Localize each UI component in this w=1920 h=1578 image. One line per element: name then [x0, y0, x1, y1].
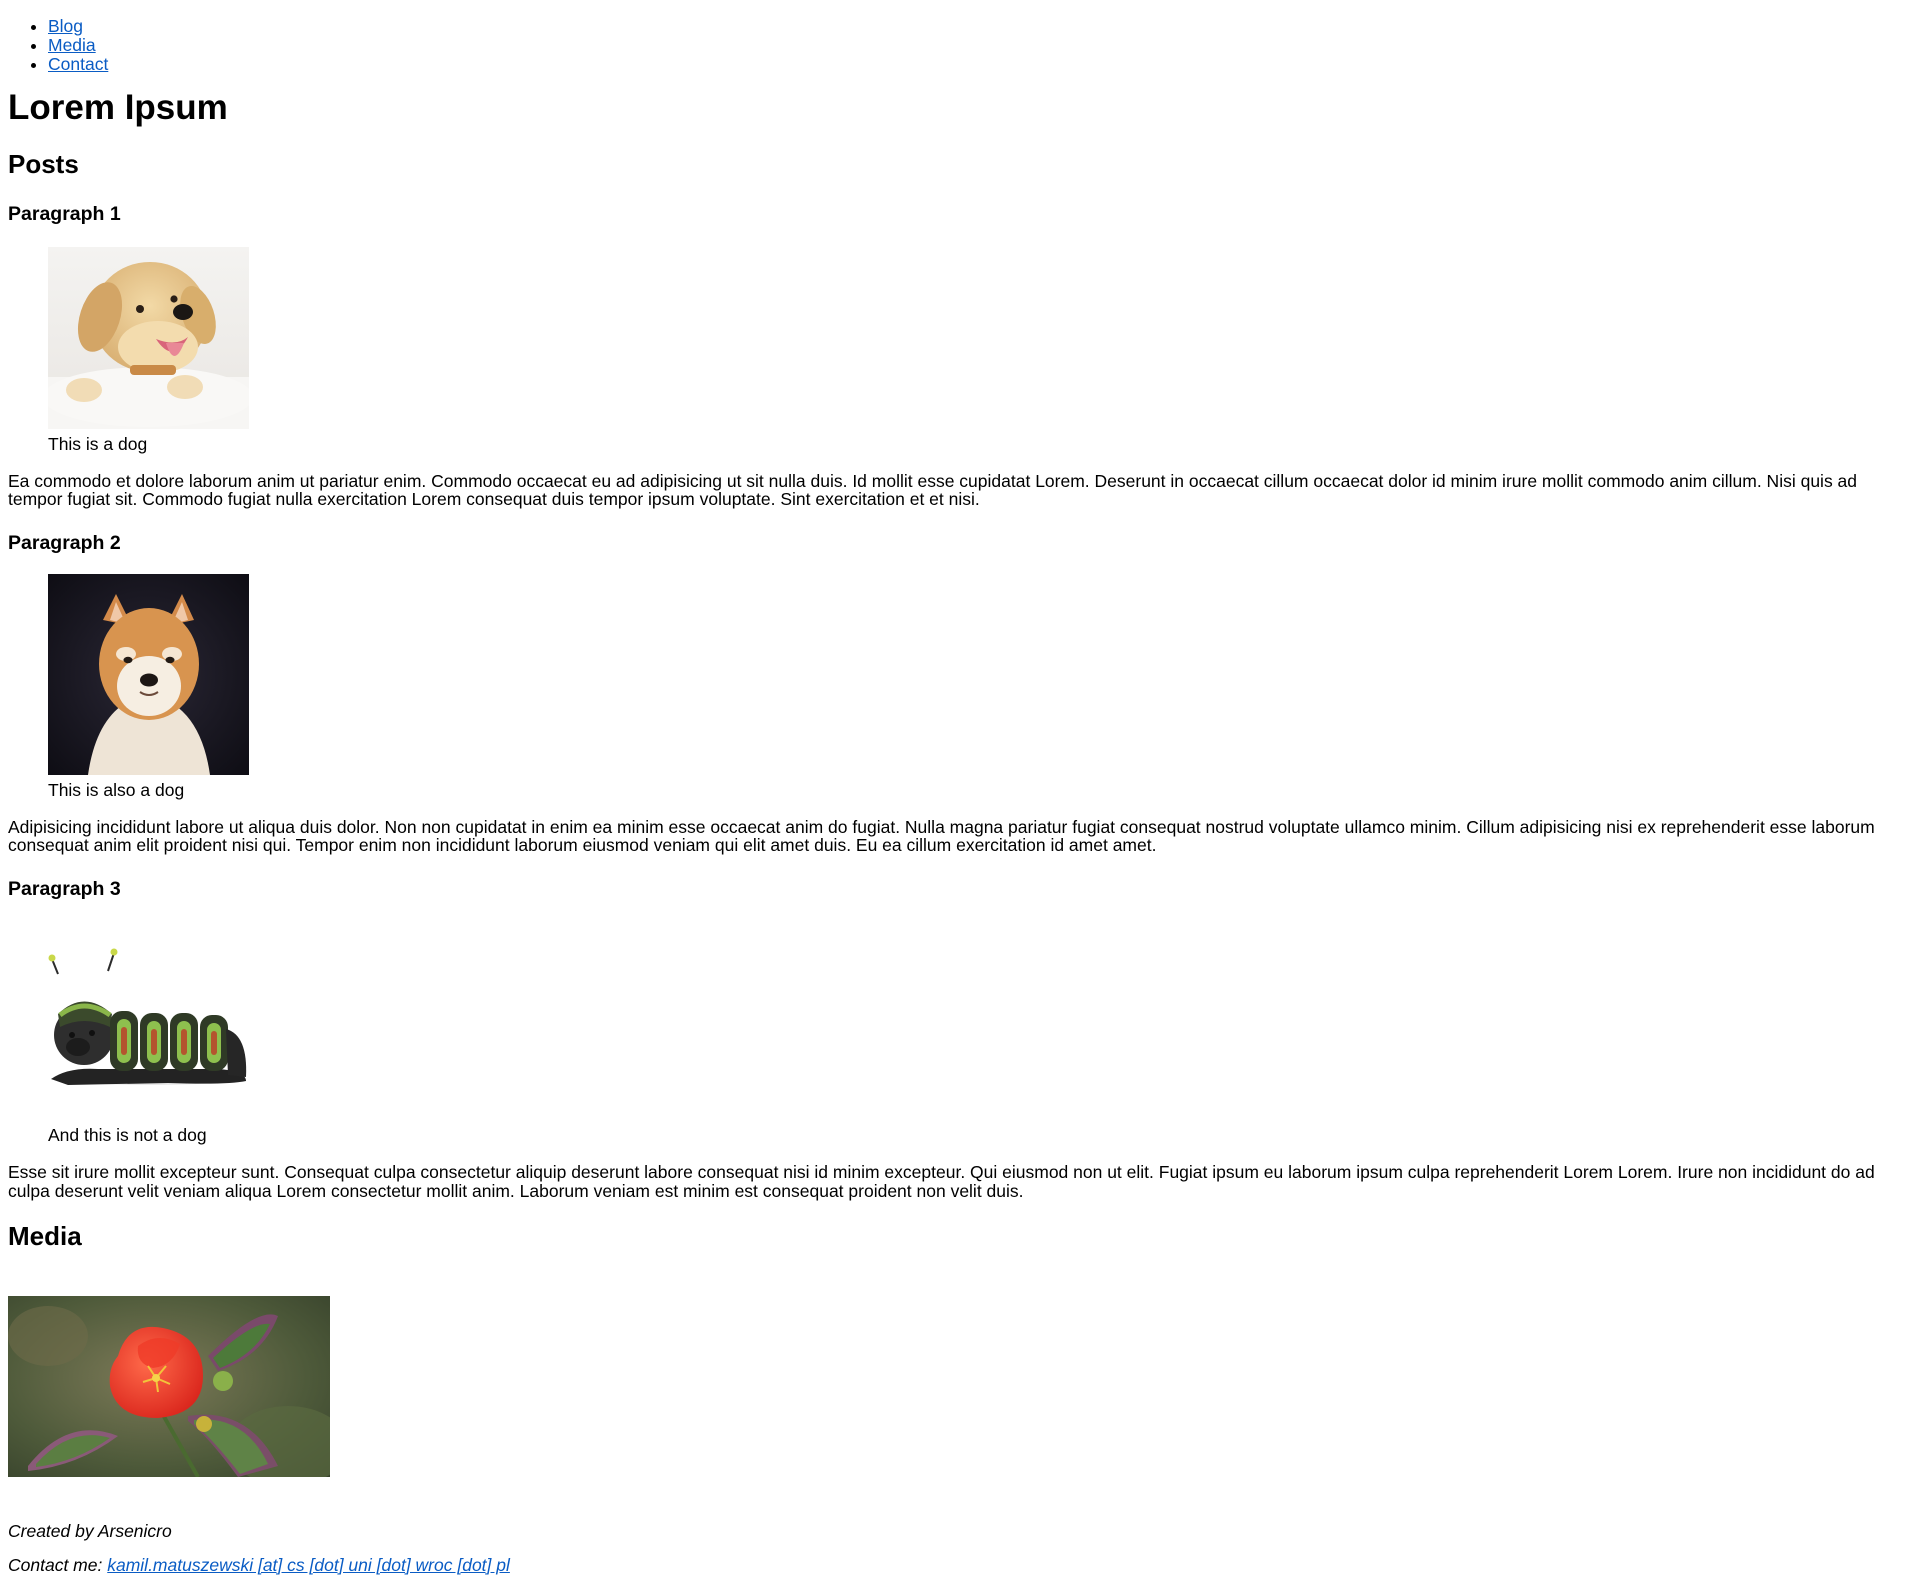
nav-link-blog[interactable]: Blog: [48, 16, 83, 36]
post-1-text: Ea commodo et dolore laborum anim ut par…: [8, 470, 1858, 510]
post-2-heading: Paragraph 2: [8, 531, 121, 554]
media-heading: Media: [8, 1221, 82, 1252]
nav-item-media: Media: [48, 36, 1912, 55]
nav-link-contact[interactable]: Contact: [48, 54, 108, 74]
red-flower-image: [8, 1296, 330, 1478]
posts-section: Posts Paragraph 1 This is a dog Ea commo…: [8, 149, 1912, 1200]
page-title: Lorem Ipsum: [8, 88, 228, 127]
main-nav: Blog Media Contact: [8, 0, 1912, 74]
post-1-figure: This is a dog: [48, 246, 1912, 454]
post-3-heading: Paragraph 3: [8, 877, 121, 900]
post-1-caption: This is a dog: [48, 433, 148, 454]
post-3: Paragraph 3 And this is not a dog Esse s…: [8, 878, 1912, 1200]
post-1: Paragraph 1 This is a dog Ea commodo et …: [8, 203, 1912, 508]
post-2: Paragraph 2 This is also a dog Adipisici…: [8, 532, 1912, 855]
contact-email-link[interactable]: kamil.matuszewski [at] cs [dot] uni [dot…: [107, 1555, 510, 1575]
nav-list: Blog Media Contact: [8, 0, 1912, 74]
page-footer: Created by Arsenicro Contact me: kamil.m…: [8, 1521, 1912, 1575]
post-3-caption: And this is not a dog: [48, 1125, 207, 1146]
golden-retriever-puppy-image: [48, 246, 249, 429]
nav-item-blog: Blog: [48, 17, 1912, 36]
post-2-text: Adipisicing incididunt labore ut aliqua …: [8, 816, 1875, 856]
post-3-figure: And this is not a dog: [48, 919, 1912, 1145]
caterpillar-costume-pug-image: [48, 919, 249, 1121]
nav-item-contact: Contact: [48, 55, 1912, 74]
created-by: Created by Arsenicro: [8, 1521, 172, 1542]
posts-heading: Posts: [8, 149, 79, 180]
shiba-inu-image: [48, 573, 249, 775]
nav-link-media[interactable]: Media: [48, 35, 96, 55]
post-2-caption: This is also a dog: [48, 779, 185, 800]
post-2-figure: This is also a dog: [48, 573, 1912, 800]
post-3-text: Esse sit irure mollit excepteur sunt. Co…: [8, 1162, 1875, 1201]
contact-prefix: Contact me:: [8, 1555, 103, 1576]
post-1-heading: Paragraph 1: [8, 203, 121, 226]
media-section: Media: [8, 1221, 1912, 1478]
contact-line: Contact me: kamil.matuszewski [at] cs [d…: [8, 1555, 1912, 1575]
